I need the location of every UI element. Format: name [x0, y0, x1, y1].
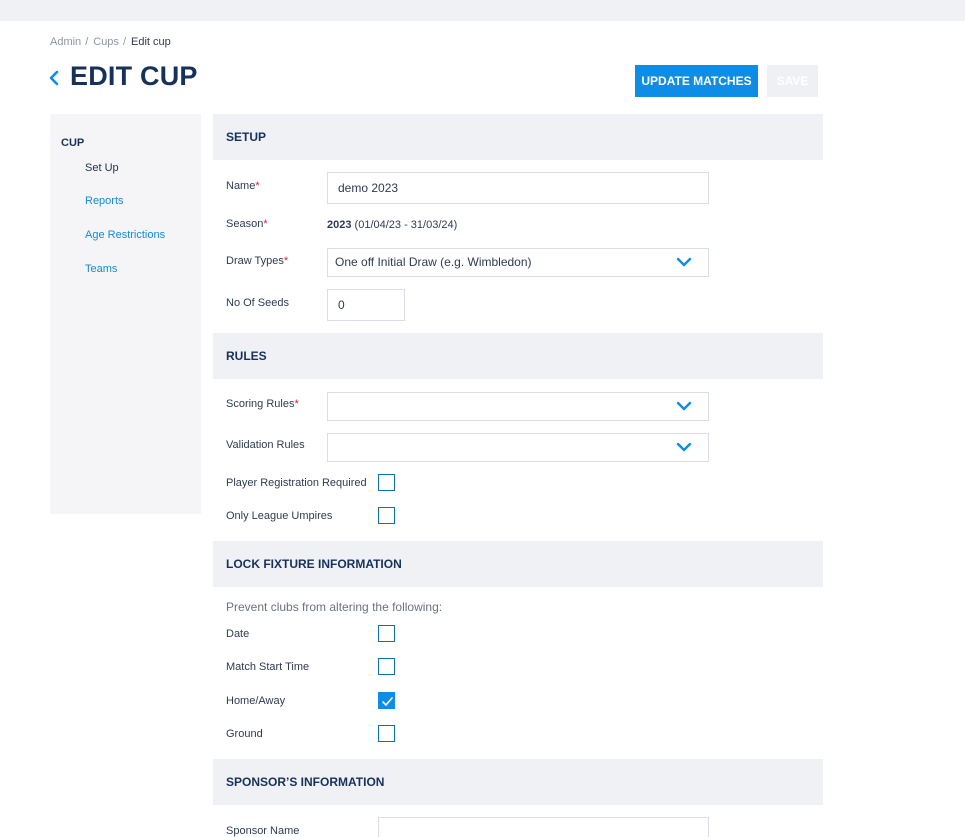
- lock-ground-label: Ground: [226, 728, 263, 740]
- scoring-rules-label: Scoring Rules*: [226, 398, 299, 410]
- top-bar: [0, 0, 965, 21]
- lock-fixture-section-heading: LOCK FIXTURE INFORMATION: [213, 541, 823, 587]
- validation-rules-label: Validation Rules: [226, 439, 305, 451]
- breadcrumb-current: Edit cup: [131, 36, 171, 48]
- lock-date-label: Date: [226, 628, 250, 640]
- sidebar-item-reports[interactable]: Reports: [85, 195, 124, 207]
- sponsor-section-heading: SPONSOR’S INFORMATION: [213, 759, 823, 805]
- draw-types-select[interactable]: One off Initial Draw (e.g. Wimbledon): [327, 248, 709, 277]
- sidebar: CUP Set Up Reports Age Restrictions Team…: [50, 114, 201, 514]
- season-year: 2023: [327, 219, 352, 231]
- rules-section-heading: RULES: [213, 333, 823, 379]
- lock-home-away-label: Home/Away: [226, 695, 286, 707]
- checkmark-icon: [382, 697, 393, 706]
- required-mark: *: [294, 398, 299, 410]
- page-title: EDIT CUP: [70, 61, 198, 91]
- lock-fixture-note: Prevent clubs from altering the followin…: [226, 600, 443, 614]
- setup-section-heading: SETUP: [213, 114, 823, 160]
- breadcrumb-cups[interactable]: Cups: [93, 36, 119, 48]
- name-label: Name*: [226, 180, 260, 192]
- draw-types-label: Draw Types*: [226, 255, 289, 267]
- league-umpires-checkbox[interactable]: [378, 507, 395, 524]
- save-button[interactable]: SAVE: [767, 65, 818, 97]
- sidebar-item-age-restrictions[interactable]: Age Restrictions: [85, 229, 165, 241]
- lock-match-start-time-label: Match Start Time: [226, 661, 310, 673]
- breadcrumb-separator: /: [85, 36, 89, 48]
- chevron-down-icon: [676, 401, 692, 411]
- breadcrumb-separator: /: [122, 36, 126, 48]
- required-mark: *: [263, 218, 268, 230]
- required-mark: *: [283, 255, 289, 267]
- draw-types-value: One off Initial Draw (e.g. Wimbledon): [335, 255, 532, 269]
- sponsor-name-label: Sponsor Name: [226, 825, 300, 837]
- chevron-down-icon: [676, 442, 692, 452]
- chevron-down-icon: [676, 257, 692, 267]
- breadcrumb-admin[interactable]: Admin: [50, 36, 81, 48]
- back-chevron-icon[interactable]: [47, 68, 61, 88]
- lock-date-checkbox[interactable]: [378, 625, 395, 642]
- sidebar-item-set-up[interactable]: Set Up: [85, 162, 119, 174]
- season-label: Season*: [226, 218, 268, 230]
- required-mark: *: [255, 180, 260, 192]
- update-matches-button[interactable]: UPDATE MATCHES: [635, 65, 758, 97]
- sponsor-name-input[interactable]: [378, 817, 709, 837]
- sidebar-heading: CUP: [61, 137, 85, 149]
- sidebar-item-teams[interactable]: Teams: [85, 263, 117, 275]
- seeds-input[interactable]: [327, 289, 405, 321]
- seeds-label: No Of Seeds: [226, 297, 289, 309]
- season-range: (01/04/23 - 31/03/24): [351, 219, 458, 231]
- league-umpires-label: Only League Umpires: [226, 510, 333, 522]
- scoring-rules-select[interactable]: [327, 392, 709, 421]
- name-input[interactable]: [327, 172, 709, 204]
- season-value: 2023 (01/04/23 - 31/03/24): [327, 219, 457, 231]
- player-registration-label: Player Registration Required: [226, 477, 367, 489]
- player-registration-checkbox[interactable]: [378, 474, 395, 491]
- lock-home-away-checkbox[interactable]: [378, 692, 395, 709]
- breadcrumb: Admin / Cups / Edit cup: [50, 36, 171, 48]
- lock-ground-checkbox[interactable]: [378, 725, 395, 742]
- validation-rules-select[interactable]: [327, 433, 709, 462]
- lock-match-start-time-checkbox[interactable]: [378, 658, 395, 675]
